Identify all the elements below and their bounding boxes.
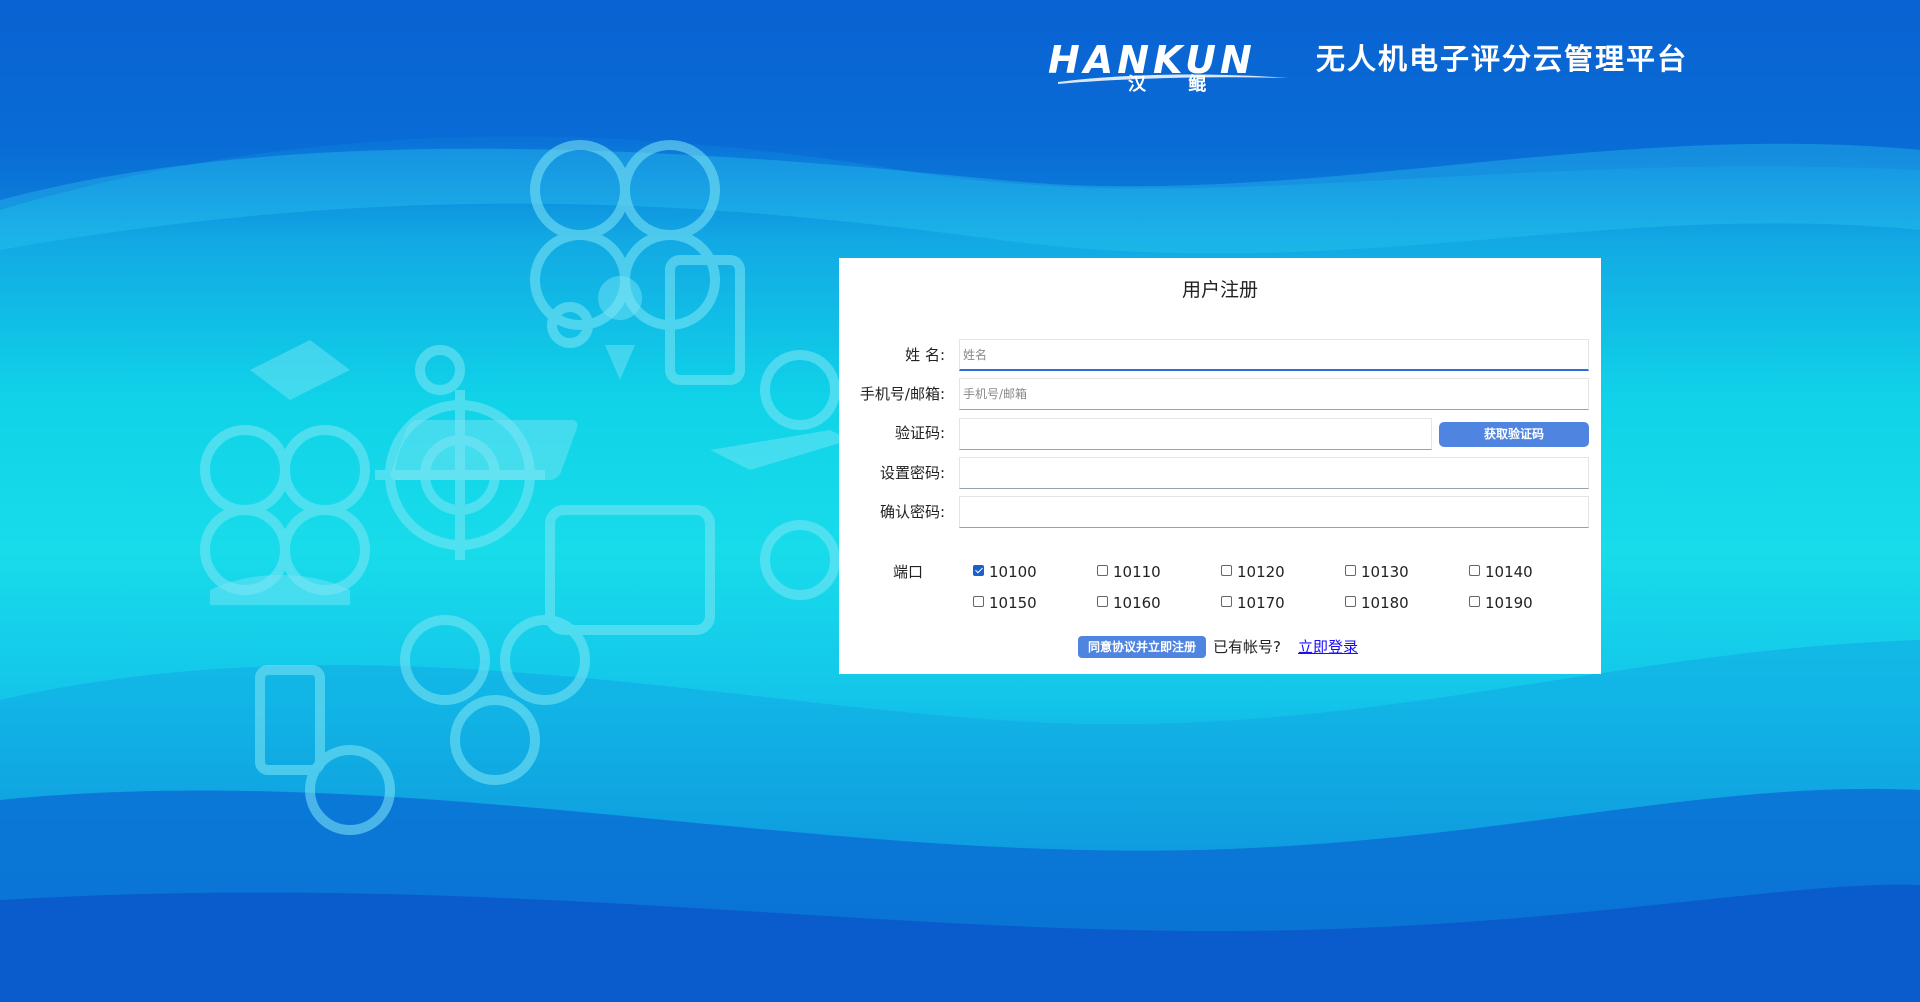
app-title: 无人机电子评分云管理平台 xyxy=(1316,42,1689,76)
port-option-label: 10150 xyxy=(989,594,1037,612)
port-option[interactable]: 10110 xyxy=(1097,561,1161,583)
register-card: 用户注册 姓 名: 手机号/邮箱: 验证码: 获取验证码 设置密码: 确认密码:… xyxy=(839,258,1601,674)
login-link[interactable]: 立即登录 xyxy=(1298,636,1358,658)
checkbox-icon[interactable] xyxy=(1345,596,1356,607)
port-option[interactable]: 10100 xyxy=(973,561,1037,583)
port-option-label: 10130 xyxy=(1361,563,1409,581)
logo-chinese: 汉 鲲 xyxy=(1128,74,1225,95)
port-option[interactable]: 10160 xyxy=(1097,592,1161,614)
checkbox-icon[interactable] xyxy=(1097,596,1108,607)
checkbox-icon[interactable] xyxy=(1469,596,1480,607)
password-input[interactable] xyxy=(959,457,1589,489)
checkbox-icon[interactable] xyxy=(973,596,984,607)
port-option[interactable]: 10120 xyxy=(1221,561,1285,583)
checkbox-icon[interactable] xyxy=(1345,565,1356,576)
port-option-label: 10120 xyxy=(1237,563,1285,581)
confirm-password-input[interactable] xyxy=(959,496,1589,528)
have-account-text: 已有帐号? xyxy=(1213,638,1281,656)
name-label: 姓 名: xyxy=(905,346,945,364)
port-option[interactable]: 10150 xyxy=(973,592,1037,614)
register-button[interactable]: 同意协议并立即注册 xyxy=(1078,636,1206,658)
port-option[interactable]: 10170 xyxy=(1221,592,1285,614)
confirm-label: 确认密码: xyxy=(879,503,945,521)
port-option-label: 10190 xyxy=(1485,594,1533,612)
name-input[interactable] xyxy=(959,339,1589,371)
checkbox-icon[interactable] xyxy=(973,565,984,576)
port-option[interactable]: 10140 xyxy=(1469,561,1533,583)
port-option-label: 10180 xyxy=(1361,594,1409,612)
password-label: 设置密码: xyxy=(879,464,945,482)
page-background: HANKUN 汉 鲲 无人机电子评分云管理平台 用户注册 姓 名: 手机号/邮箱… xyxy=(0,0,1920,1002)
code-label: 验证码: xyxy=(894,424,945,442)
port-option[interactable]: 10190 xyxy=(1469,592,1533,614)
port-option[interactable]: 10180 xyxy=(1345,592,1409,614)
form-title: 用户注册 xyxy=(1181,279,1258,301)
phone-label: 手机号/邮箱: xyxy=(859,385,945,403)
port-label: 端口 xyxy=(893,563,924,581)
checkbox-icon[interactable] xyxy=(1097,565,1108,576)
port-option-label: 10100 xyxy=(989,563,1037,581)
port-option-label: 10170 xyxy=(1237,594,1285,612)
port-option[interactable]: 10130 xyxy=(1345,561,1409,583)
get-code-button[interactable]: 获取验证码 xyxy=(1439,422,1589,447)
port-option-label: 10160 xyxy=(1113,594,1161,612)
hankun-logo: HANKUN 汉 鲲 xyxy=(1048,40,1288,100)
checkbox-icon[interactable] xyxy=(1221,596,1232,607)
port-option-label: 10110 xyxy=(1113,563,1161,581)
port-option-label: 10140 xyxy=(1485,563,1533,581)
verification-code-input[interactable] xyxy=(959,418,1432,450)
phone-email-input[interactable] xyxy=(959,378,1589,410)
checkbox-icon[interactable] xyxy=(1469,565,1480,576)
checkbox-icon[interactable] xyxy=(1221,565,1232,576)
